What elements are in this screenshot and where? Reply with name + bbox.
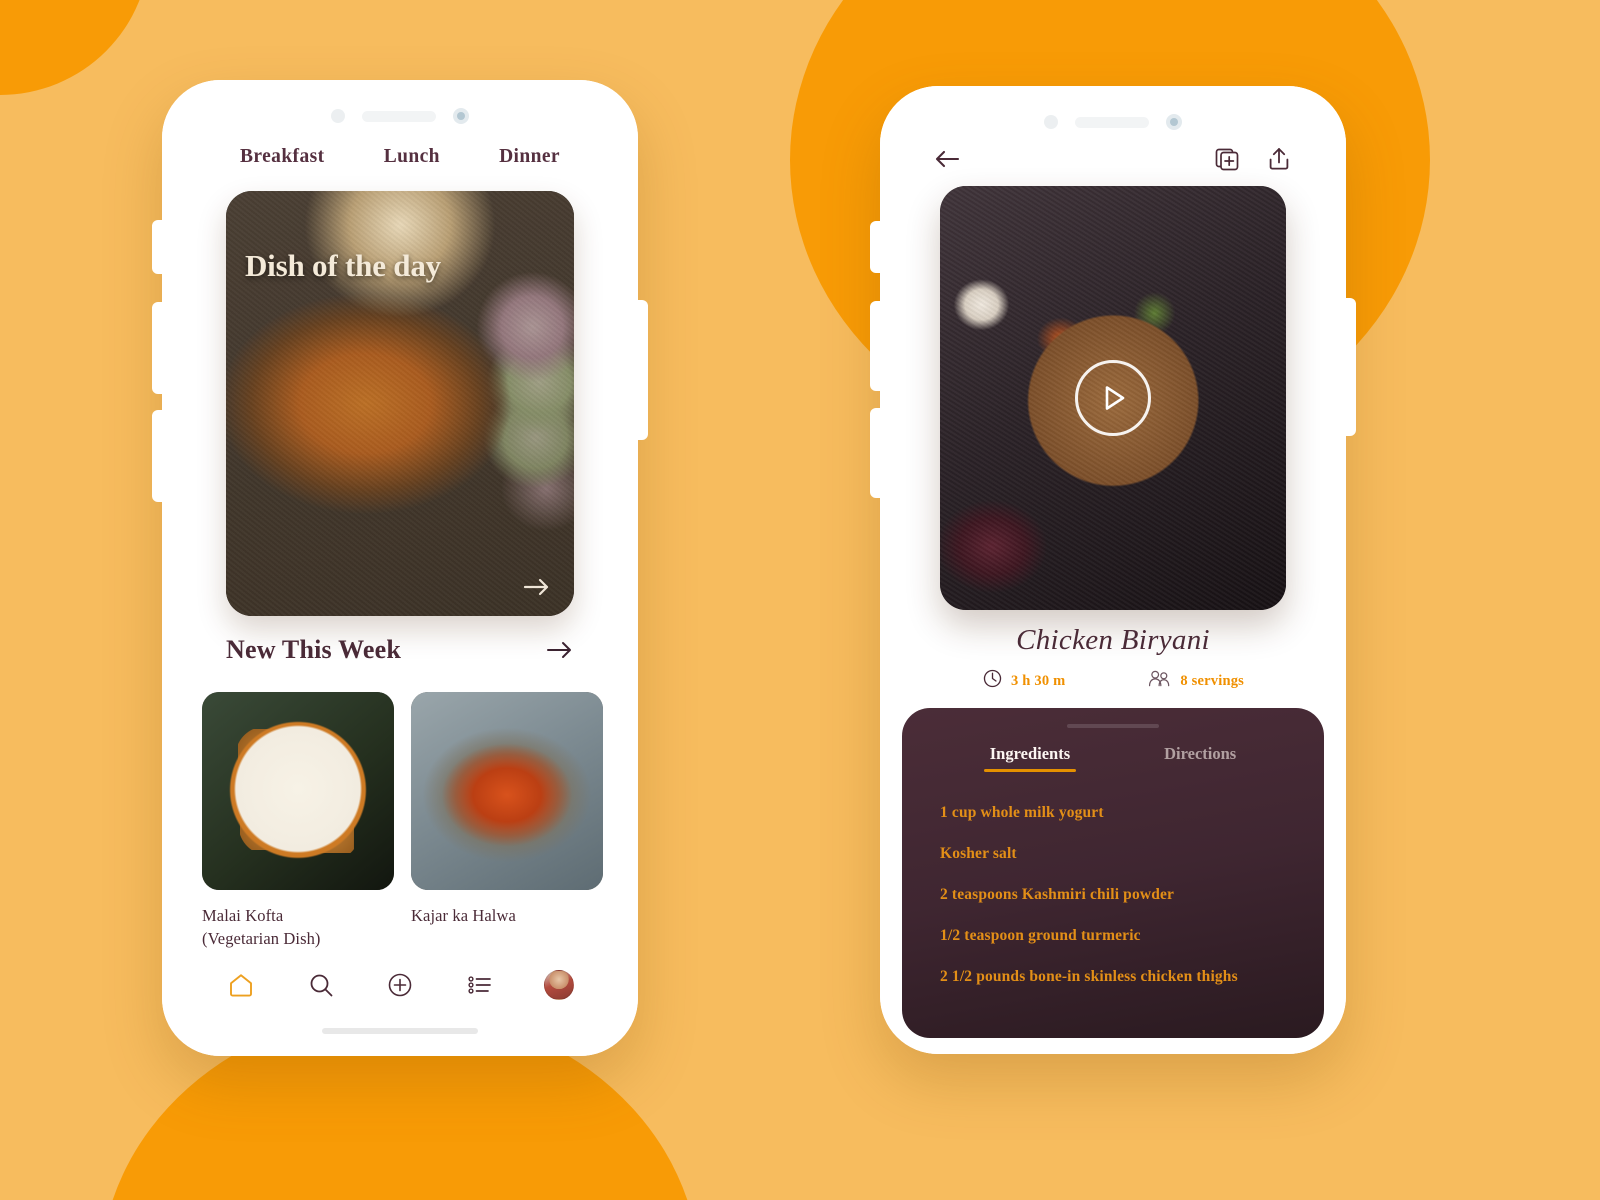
list-item[interactable]: Malai Kofta (Vegetarian Dish) bbox=[202, 692, 394, 951]
servings-value: 8 servings bbox=[1180, 672, 1244, 689]
tab-directions[interactable]: Directions bbox=[1164, 744, 1236, 772]
list-icon[interactable] bbox=[461, 966, 499, 1004]
tab-breakfast[interactable]: Breakfast bbox=[240, 146, 325, 168]
phone-notch bbox=[880, 114, 1346, 130]
power-button[interactable] bbox=[1345, 298, 1356, 436]
panel-tabs: Ingredients Directions bbox=[902, 744, 1324, 772]
dish-of-the-day-title: Dish of the day bbox=[245, 248, 441, 283]
list-item: Kosher salt bbox=[940, 845, 1017, 862]
new-this-week-grid: Malai Kofta (Vegetarian Dish) Kajar ka H… bbox=[202, 692, 603, 951]
recipe-meta: 3 h 30 m 8 servings bbox=[880, 668, 1346, 694]
tab-dinner[interactable]: Dinner bbox=[499, 146, 560, 168]
list-item: 1/2 teaspoon ground turmeric bbox=[940, 927, 1141, 944]
home-screen: Breakfast Lunch Dinner Dish of the day N… bbox=[162, 80, 638, 1056]
avatar-image bbox=[544, 970, 574, 1000]
dish-name: Malai Kofta (Vegetarian Dish) bbox=[202, 904, 394, 951]
cook-time: 3 h 30 m bbox=[982, 668, 1065, 694]
page-title: Chicken Biryani bbox=[1016, 624, 1210, 656]
servings: 8 servings bbox=[1147, 668, 1244, 694]
plus-circle-icon[interactable] bbox=[381, 966, 419, 1004]
earpiece-speaker bbox=[1075, 116, 1149, 128]
clock-icon bbox=[982, 668, 1003, 694]
home-indicator bbox=[322, 1028, 478, 1034]
drag-handle[interactable] bbox=[1067, 724, 1159, 728]
sensor-dot-icon bbox=[331, 109, 345, 123]
recipe-video-card[interactable] bbox=[940, 186, 1286, 610]
avatar[interactable] bbox=[540, 966, 578, 1004]
home-icon[interactable] bbox=[222, 966, 260, 1004]
dish-thumbnail bbox=[411, 692, 603, 890]
earpiece-speaker bbox=[362, 110, 436, 122]
search-icon[interactable] bbox=[302, 966, 340, 1004]
dish-of-the-day-card[interactable]: Dish of the day bbox=[226, 191, 574, 616]
phone-notch bbox=[162, 108, 638, 124]
phone-mockup-recipe: Chicken Biryani 3 h 30 m 8 servings Ingr… bbox=[870, 86, 1356, 1054]
phone-mockup-home: Breakfast Lunch Dinner Dish of the day N… bbox=[152, 80, 648, 1056]
recipe-screen: Chicken Biryani 3 h 30 m 8 servings Ingr… bbox=[880, 86, 1346, 1054]
recipe-detail-panel: Ingredients Directions 1 cup whole milk … bbox=[902, 708, 1324, 1038]
servings-icon bbox=[1147, 668, 1172, 694]
front-camera-icon bbox=[453, 108, 469, 124]
dish-name: Kajar ka Halwa bbox=[411, 904, 603, 927]
bottom-navigation bbox=[162, 966, 638, 1004]
front-camera-icon bbox=[1166, 114, 1182, 130]
share-icon[interactable] bbox=[1264, 144, 1294, 174]
play-icon[interactable] bbox=[1075, 360, 1151, 436]
tab-lunch[interactable]: Lunch bbox=[384, 146, 440, 168]
section-title: New This Week bbox=[226, 635, 402, 664]
power-button[interactable] bbox=[637, 300, 648, 440]
recipe-actions bbox=[1212, 144, 1294, 174]
malai-kofta-photo bbox=[202, 692, 394, 890]
list-item: 2 teaspoons Kashmiri chili powder bbox=[940, 886, 1175, 903]
ingredients-list: 1 cup whole milk yogurt Kosher salt 2 te… bbox=[940, 804, 1296, 1009]
kajar-ka-halwa-photo bbox=[411, 692, 603, 890]
tab-ingredients[interactable]: Ingredients bbox=[983, 744, 1077, 772]
recipe-topbar bbox=[932, 144, 1294, 174]
new-this-week-header: New This Week bbox=[226, 635, 574, 665]
sensor-dot-icon bbox=[1044, 115, 1058, 129]
arrow-right-icon[interactable] bbox=[546, 640, 574, 660]
list-item[interactable]: Kajar ka Halwa bbox=[411, 692, 603, 951]
dish-thumbnail bbox=[202, 692, 394, 890]
dish-name-line-2: (Vegetarian Dish) bbox=[202, 929, 321, 949]
cook-time-value: 3 h 30 m bbox=[1011, 672, 1066, 689]
list-item: 2 1/2 pounds bone-in skinless chicken th… bbox=[940, 968, 1238, 985]
arrow-left-icon[interactable] bbox=[932, 144, 962, 174]
arrow-right-icon[interactable] bbox=[522, 576, 552, 598]
meal-tabs: Breakfast Lunch Dinner bbox=[162, 146, 638, 168]
add-to-collection-icon[interactable] bbox=[1212, 144, 1242, 174]
decorative-blob-top-left bbox=[0, 0, 150, 95]
dish-name-line-1: Kajar ka Halwa bbox=[411, 906, 516, 925]
list-item: 1 cup whole milk yogurt bbox=[940, 804, 1104, 821]
dish-name-line-1: Malai Kofta bbox=[202, 906, 284, 925]
